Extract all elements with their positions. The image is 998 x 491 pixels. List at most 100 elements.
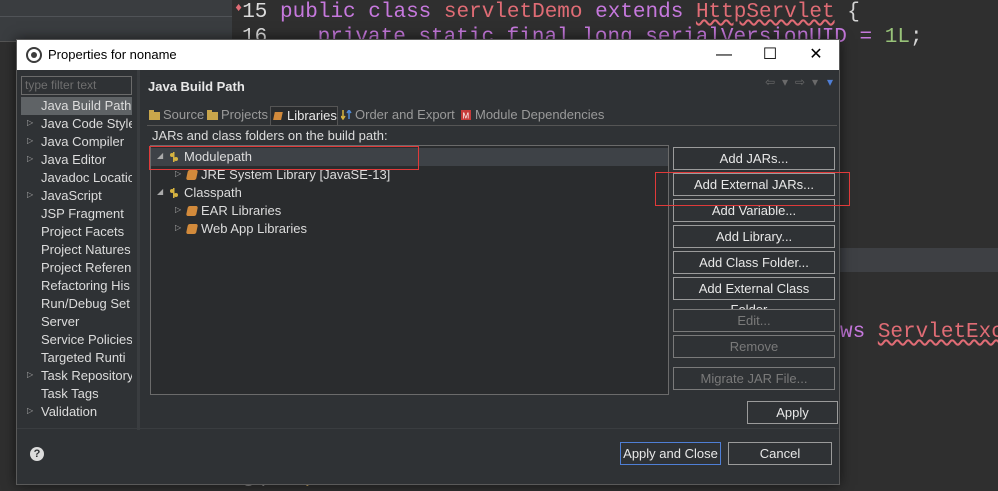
back-dropdown-icon[interactable]: ▾: [782, 75, 788, 89]
code-throws-fragment: ws ServletExce: [840, 321, 998, 344]
nav-item-label: Project Facets: [41, 224, 125, 239]
tab-source[interactable]: Source: [147, 106, 204, 126]
tree-row-ear-libraries[interactable]: ▷ EAR Libraries: [151, 202, 668, 220]
apply-and-close-button[interactable]: Apply and Close: [620, 442, 721, 465]
help-icon[interactable]: ?: [30, 447, 44, 461]
collapsed-arrow-icon[interactable]: ▷: [27, 370, 33, 379]
minimize-button[interactable]: —: [701, 40, 747, 70]
bottom-separator: [17, 428, 839, 429]
nav-item-run-debug-set[interactable]: Run/Debug Set: [21, 295, 132, 313]
nav-item-jsp-fragment[interactable]: JSP Fragment: [21, 205, 132, 223]
nav-item-label: Validation: [41, 404, 98, 419]
nav-item-label: Java Editor: [41, 152, 107, 167]
build-path-tree[interactable]: ◢ Modulepath ▷ JRE System Library [JavaS…: [150, 145, 669, 395]
property-page-tree: Java Build Path ▷ Java Code Style ▷ Java Com…: [21, 97, 132, 427]
apply-button[interactable]: Apply: [747, 401, 838, 424]
forward-dropdown-icon[interactable]: ▾: [812, 75, 818, 89]
add-library-button[interactable]: Add Library...: [673, 225, 835, 248]
nav-item-javascript[interactable]: ▷ JavaScript: [21, 187, 132, 205]
nav-item-service-policies[interactable]: Service Policies: [21, 331, 132, 349]
nav-item-java-compiler[interactable]: ▷ Java Compiler: [21, 133, 132, 151]
projects-icon: [207, 110, 218, 120]
add-external-class-folder-button[interactable]: Add External Class Folder...: [673, 277, 835, 317]
nav-item-targeted-runti[interactable]: Targeted Runti: [21, 349, 132, 367]
nav-item-label: Task Repository: [41, 368, 132, 383]
svg-text:M: M: [463, 112, 470, 121]
expanded-arrow-icon[interactable]: ◢: [157, 187, 163, 196]
collapsed-arrow-icon[interactable]: ▷: [27, 154, 33, 163]
editor-current-line-highlight: [840, 248, 998, 272]
editor-side-panel: [0, 0, 232, 42]
nav-item-project-natures[interactable]: Project Natures: [21, 241, 132, 259]
tree-row-web-app-libraries[interactable]: ▷ Web App Libraries: [151, 220, 668, 238]
filter-input[interactable]: type filter text: [21, 76, 132, 95]
nav-item-task-repository[interactable]: ▷ Task Repository: [21, 367, 132, 385]
collapsed-arrow-icon[interactable]: ▷: [175, 223, 181, 232]
nav-item-label: Run/Debug Set: [41, 296, 130, 311]
nav-item-label: Project Natures: [41, 242, 131, 257]
add-class-folder-button[interactable]: Add Class Folder...: [673, 251, 835, 274]
remove-button[interactable]: Remove: [673, 335, 835, 358]
library-jar-icon: [185, 224, 199, 234]
code-line-15: ♦15 public class servletDemo extends Htt…: [235, 1, 860, 24]
dialog-titlebar[interactable]: Properties for noname — ☐ ✕: [17, 40, 839, 70]
tree-row-classpath[interactable]: ◢ Classpath: [151, 184, 668, 202]
dialog-title: Properties for noname: [48, 47, 177, 62]
nav-item-validation[interactable]: ▷ Validation: [21, 403, 132, 421]
nav-item-label: Refactoring His: [41, 278, 130, 293]
module-icon: M: [461, 110, 471, 121]
nav-item-java-editor[interactable]: ▷ Java Editor: [21, 151, 132, 169]
view-menu-icon[interactable]: ▾: [827, 75, 833, 89]
tab-projects[interactable]: Projects: [205, 106, 269, 126]
nav-item-label: Service Policies: [41, 332, 132, 347]
collapsed-arrow-icon[interactable]: ▷: [27, 190, 33, 199]
nav-item-label: Targeted Runti: [41, 350, 126, 365]
back-arrow-icon[interactable]: ⇦: [765, 75, 775, 89]
nav-item-label: Javadoc Locatic: [41, 170, 132, 185]
panel-sash[interactable]: [137, 70, 140, 430]
collapsed-arrow-icon[interactable]: ▷: [175, 205, 181, 214]
nav-item-label: Task Tags: [41, 386, 99, 401]
nav-item-java-build-path[interactable]: Java Build Path: [21, 97, 132, 115]
jars-label: JARs and class folders on the build path…: [152, 128, 388, 143]
page-header: Java Build Path ⇦ ▾ ⇨ ▾ ▾: [141, 70, 839, 98]
nav-item-label: Java Build Path: [41, 98, 132, 113]
nav-item-server[interactable]: Server: [21, 313, 132, 331]
collapsed-arrow-icon[interactable]: ▷: [27, 406, 33, 415]
nav-item-label: Java Code Style: [41, 116, 132, 131]
nav-item-label: JSP Fragment: [41, 206, 124, 221]
maximize-button[interactable]: ☐: [747, 40, 793, 70]
order-export-icon: [341, 110, 352, 120]
nav-item-refactoring-his[interactable]: Refactoring His: [21, 277, 132, 295]
eclipse-app-icon: [26, 47, 42, 63]
library-jar-icon: [185, 206, 199, 216]
nav-item-label: Java Compiler: [41, 134, 125, 149]
collapsed-arrow-icon[interactable]: ▷: [27, 118, 33, 127]
migrate-jar-button[interactable]: Migrate JAR File...: [673, 367, 835, 390]
library-jar-icon: [185, 170, 199, 180]
tab-divider: [147, 125, 837, 126]
forward-arrow-icon[interactable]: ⇨: [795, 75, 805, 89]
properties-dialog: Properties for noname — ☐ ✕ type filter …: [16, 39, 850, 485]
page-title: Java Build Path: [148, 79, 245, 94]
add-jars-button[interactable]: Add JARs...: [673, 147, 835, 170]
tab-libraries[interactable]: Libraries: [270, 106, 338, 126]
build-path-tabs: Source Projects Libraries Order and Expo…: [147, 106, 837, 127]
nav-item-label: Project Referen: [41, 260, 132, 275]
nav-item-javadoc-locatic[interactable]: Javadoc Locatic: [21, 169, 132, 187]
collapsed-arrow-icon[interactable]: ▷: [27, 136, 33, 145]
tab-module-dependencies[interactable]: M Module Dependencies: [459, 106, 609, 126]
annotation-box-modulepath: [149, 146, 419, 170]
cancel-button[interactable]: Cancel: [728, 442, 832, 465]
edit-button[interactable]: Edit...: [673, 309, 835, 332]
tab-order-export[interactable]: Order and Export: [339, 106, 459, 126]
collapsed-arrow-icon[interactable]: ▷: [175, 169, 181, 178]
source-folder-icon: [149, 110, 160, 120]
nav-item-java-code-style[interactable]: ▷ Java Code Style: [21, 115, 132, 133]
library-icon: [273, 112, 283, 120]
close-button[interactable]: ✕: [793, 40, 839, 70]
nav-item-project-referen[interactable]: Project Referen: [21, 259, 132, 277]
nav-item-label: Server: [41, 314, 80, 329]
nav-item-project-facets[interactable]: Project Facets: [21, 223, 132, 241]
nav-item-task-tags[interactable]: Task Tags: [21, 385, 132, 403]
